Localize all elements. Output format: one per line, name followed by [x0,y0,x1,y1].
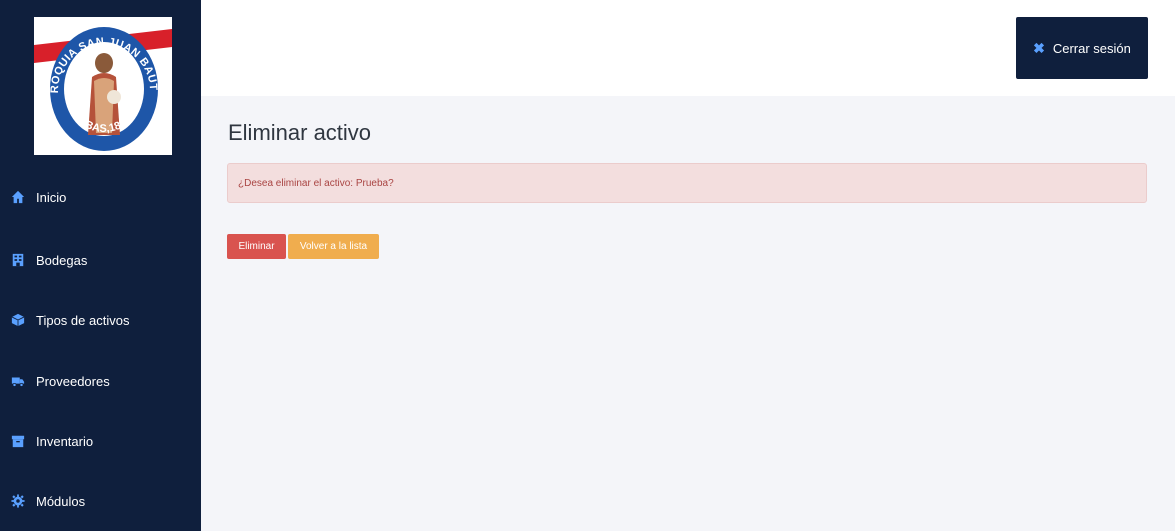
building-icon [12,253,24,267]
home-icon [11,190,25,204]
sidebar-item-bodegas[interactable]: Bodegas [0,240,201,280]
sidebar-item-modulos[interactable]: Módulos [0,481,201,521]
sidebar-item-label: Inicio [36,189,67,205]
sidebar: PARROQUIA SAN JUAN BAUTISTA TIBAS,1865 I… [0,0,201,531]
sidebar-item-inicio[interactable]: Inicio [0,177,201,217]
sidebar-item-inventario[interactable]: Inventario [0,421,201,461]
page-title: Eliminar activo [228,120,372,145]
sidebar-item-label: Tipos de activos [36,312,130,328]
back-to-list-button[interactable]: Volver a la lista [288,234,379,259]
parish-logo: PARROQUIA SAN JUAN BAUTISTA TIBAS,1865 [34,17,172,155]
logout-button[interactable]: ✖ Cerrar sesión [1016,17,1148,79]
confirm-alert: ¿Desea eliminar el activo: Prueba? [227,163,1147,203]
logout-label: Cerrar sesión [1052,40,1131,56]
sidebar-item-label: Módulos [36,493,86,509]
sidebar-item-label: Inventario [36,433,94,449]
close-icon: ✖ [1033,39,1045,56]
main-content [201,96,1175,531]
sidebar-item-label: Bodegas [36,252,88,268]
cube-icon [11,313,25,327]
sidebar-item-proveedores[interactable]: Proveedores [0,361,201,401]
delete-button[interactable]: Eliminar [227,234,286,259]
gear-icon [11,494,25,508]
truck-icon [11,377,25,387]
alert-text: ¿Desea eliminar el activo: Prueba? [238,177,394,189]
archive-icon [11,435,25,448]
sidebar-item-label: Proveedores [36,373,110,389]
sidebar-item-tipos-de-activos[interactable]: Tipos de activos [0,300,201,340]
parish-seal-icon: PARROQUIA SAN JUAN BAUTISTA TIBAS,1865 [34,17,172,151]
